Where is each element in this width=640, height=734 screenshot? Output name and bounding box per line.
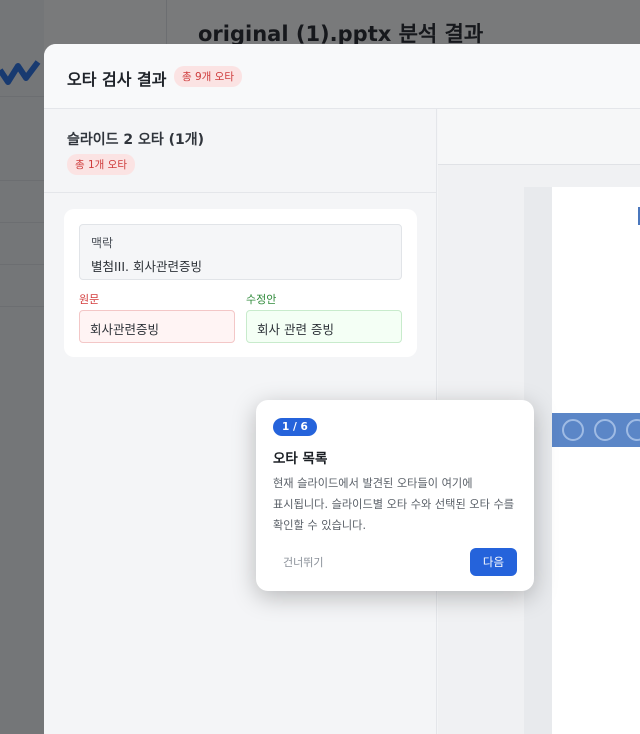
slide-typo-header: 슬라이드 2 오타 (1개) 총 1개 오타 <box>44 109 437 193</box>
context-label: 맥락 <box>91 236 114 250</box>
tour-step-indicator: 1 / 6 <box>273 418 317 436</box>
slide-typo-badge: 총 1개 오타 <box>67 154 135 175</box>
slide-banner <box>552 413 640 447</box>
skip-button[interactable]: 건너뛰기 <box>273 550 333 574</box>
original-label: 원문 <box>79 293 100 306</box>
context-box: 맥락 별첨III. 회사관련증빙 <box>79 224 402 280</box>
total-typo-badge: 총 9개 오타 <box>174 66 242 87</box>
preview-toolbar <box>438 109 640 165</box>
slide-circle-icon <box>594 419 616 441</box>
tour-description: 현재 슬라이드에서 발견된 오타들이 여기에 표시됩니다. 슬라이드별 오타 수… <box>273 477 515 532</box>
slide-preview <box>524 187 640 734</box>
modal-header: 오타 검사 결과 총 9개 오타 <box>44 44 640 109</box>
typo-card[interactable]: 맥락 별첨III. 회사관련증빙 원문 수정안 회사관련증빙 회사 관련 증빙 <box>64 209 417 357</box>
slide-typo-title: 슬라이드 2 오타 (1개) <box>67 132 205 148</box>
slide-circle-icon <box>562 419 584 441</box>
fix-label: 수정안 <box>246 293 277 306</box>
next-button[interactable]: 다음 <box>470 548 517 576</box>
tour-popover: 1 / 6 오타 목록 현재 슬라이드에서 발견된 오타들이 여기에 표시됩니다… <box>256 400 534 591</box>
slide-circle-icon <box>626 419 640 441</box>
context-text: 별첨III. 회사관련증빙 <box>91 259 203 274</box>
typo-result-modal: 오타 검사 결과 총 9개 오타 슬라이드 2 오타 (1개) 총 1개 오타 <box>44 44 640 734</box>
modal-title: 오타 검사 결과 <box>67 70 167 89</box>
fix-text-box[interactable]: 회사 관련 증빙 <box>246 310 402 343</box>
tour-title: 오타 목록 <box>273 451 328 467</box>
original-text-box: 회사관련증빙 <box>79 310 235 343</box>
